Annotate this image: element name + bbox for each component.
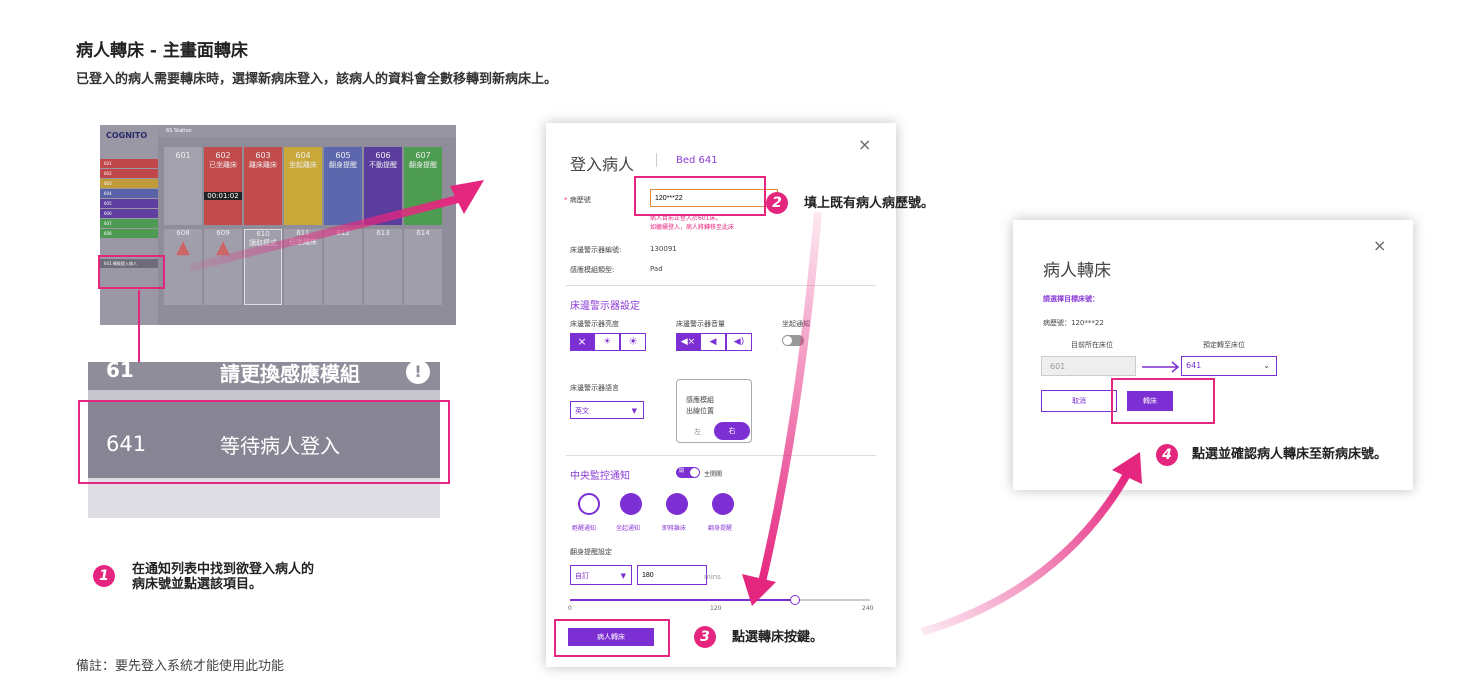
- arrow-button-to-transfer: [920, 473, 1130, 636]
- flow-arrows: [189, 180, 1180, 636]
- arrow-step1-to-dialog: [189, 194, 464, 272]
- arrow-head: [742, 574, 776, 606]
- arrow-mrn-to-button: [758, 211, 822, 583]
